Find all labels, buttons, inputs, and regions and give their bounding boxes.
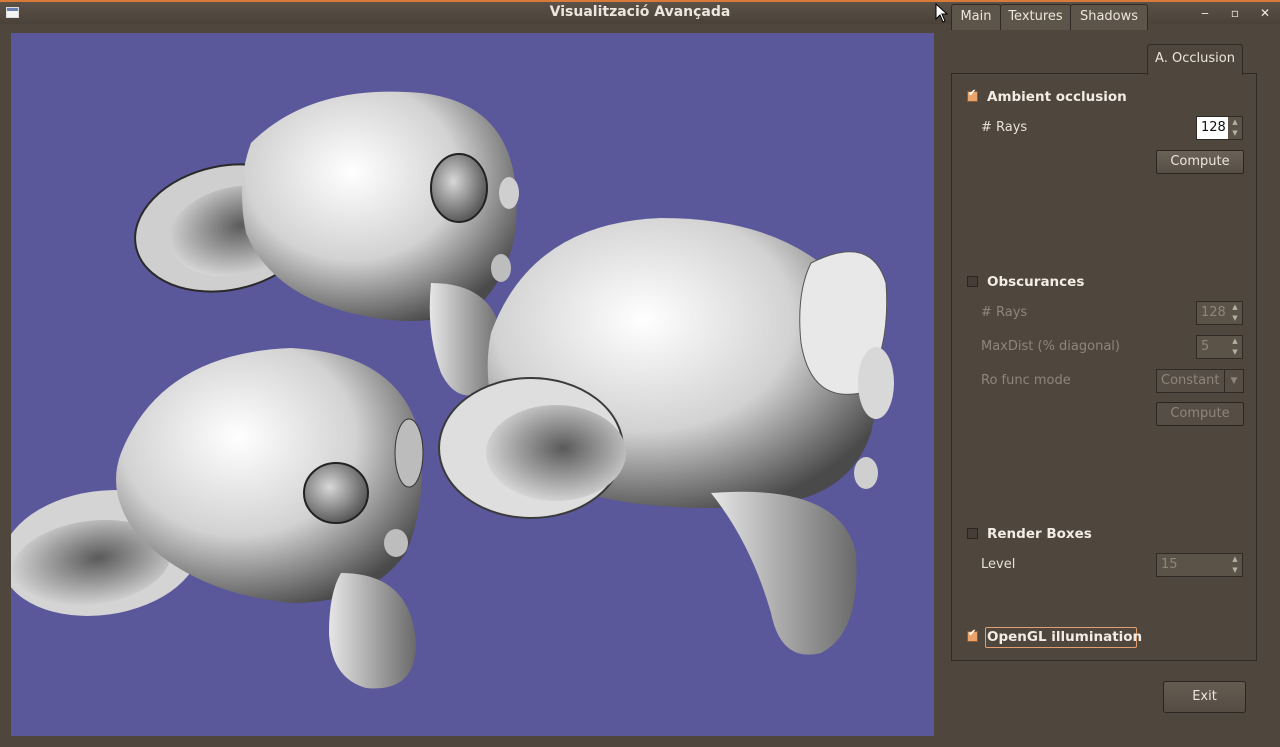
monkey-bottom-left [11, 348, 424, 689]
monkey-heads-render [11, 91, 894, 689]
maximize-icon[interactable]: ▫ [1226, 4, 1244, 22]
minimize-icon[interactable]: ‒ [1196, 4, 1214, 22]
close-icon[interactable]: ✕ [1256, 4, 1274, 22]
tab-a-occlusion[interactable]: A. Occlusion [1147, 44, 1243, 75]
level-label: Level [981, 557, 1016, 572]
spin-arrows-icon[interactable]: ▲ ▼ [1228, 336, 1242, 358]
ro-func-label: Ro func mode [981, 373, 1071, 388]
tab-main[interactable]: Main [951, 4, 1001, 30]
ao-compute-button[interactable]: Compute [1156, 150, 1244, 174]
obs-rays-value[interactable]: 128 [1197, 302, 1228, 324]
mouse-cursor-icon [935, 3, 949, 23]
tab-textures[interactable]: Textures [1000, 4, 1071, 30]
opengl-illumination-label: OpenGL illumination [987, 629, 1143, 645]
maxdist-label: MaxDist (% diagonal) [981, 339, 1120, 354]
opengl-viewport[interactable] [11, 33, 934, 736]
ro-func-value: Constant [1161, 373, 1220, 388]
chevron-down-icon[interactable]: ▼ [1224, 370, 1243, 392]
level-spinbox[interactable]: 15 ▲ ▼ [1156, 553, 1243, 577]
spin-arrows-icon[interactable]: ▲ ▼ [1228, 302, 1242, 324]
obs-rays-label: # Rays [981, 305, 1028, 320]
obs-compute-button[interactable]: Compute [1156, 402, 1244, 426]
obscurances-checkbox[interactable] [967, 276, 978, 287]
obs-rays-spinbox[interactable]: 128 ▲ ▼ [1196, 301, 1243, 325]
maxdist-value[interactable]: 5 [1197, 336, 1228, 358]
ao-rays-value[interactable]: 128 [1197, 117, 1228, 139]
exit-button[interactable]: Exit [1163, 681, 1246, 713]
render-boxes-checkbox[interactable] [967, 528, 978, 539]
tab-shadows[interactable]: Shadows [1070, 4, 1148, 30]
opengl-illumination-checkbox[interactable] [967, 628, 978, 642]
render-boxes-label: Render Boxes [987, 526, 1092, 542]
monkey-right [438, 218, 894, 655]
monkey-top [134, 91, 519, 396]
ambient-occlusion-label: Ambient occlusion [987, 89, 1127, 105]
ao-rays-spinbox[interactable]: 128 ▲ ▼ [1196, 116, 1243, 140]
obscurances-label: Obscurances [987, 274, 1085, 290]
spin-arrows-icon[interactable]: ▲ ▼ [1228, 117, 1242, 139]
spin-arrows-icon[interactable]: ▲ ▼ [1228, 554, 1242, 576]
ao-rays-label: # Rays [981, 120, 1028, 135]
ambient-occlusion-checkbox[interactable] [967, 88, 978, 102]
maxdist-spinbox[interactable]: 5 ▲ ▼ [1196, 335, 1243, 359]
level-value[interactable]: 15 [1157, 554, 1228, 576]
ro-func-select[interactable]: Constant ▼ [1156, 369, 1244, 393]
